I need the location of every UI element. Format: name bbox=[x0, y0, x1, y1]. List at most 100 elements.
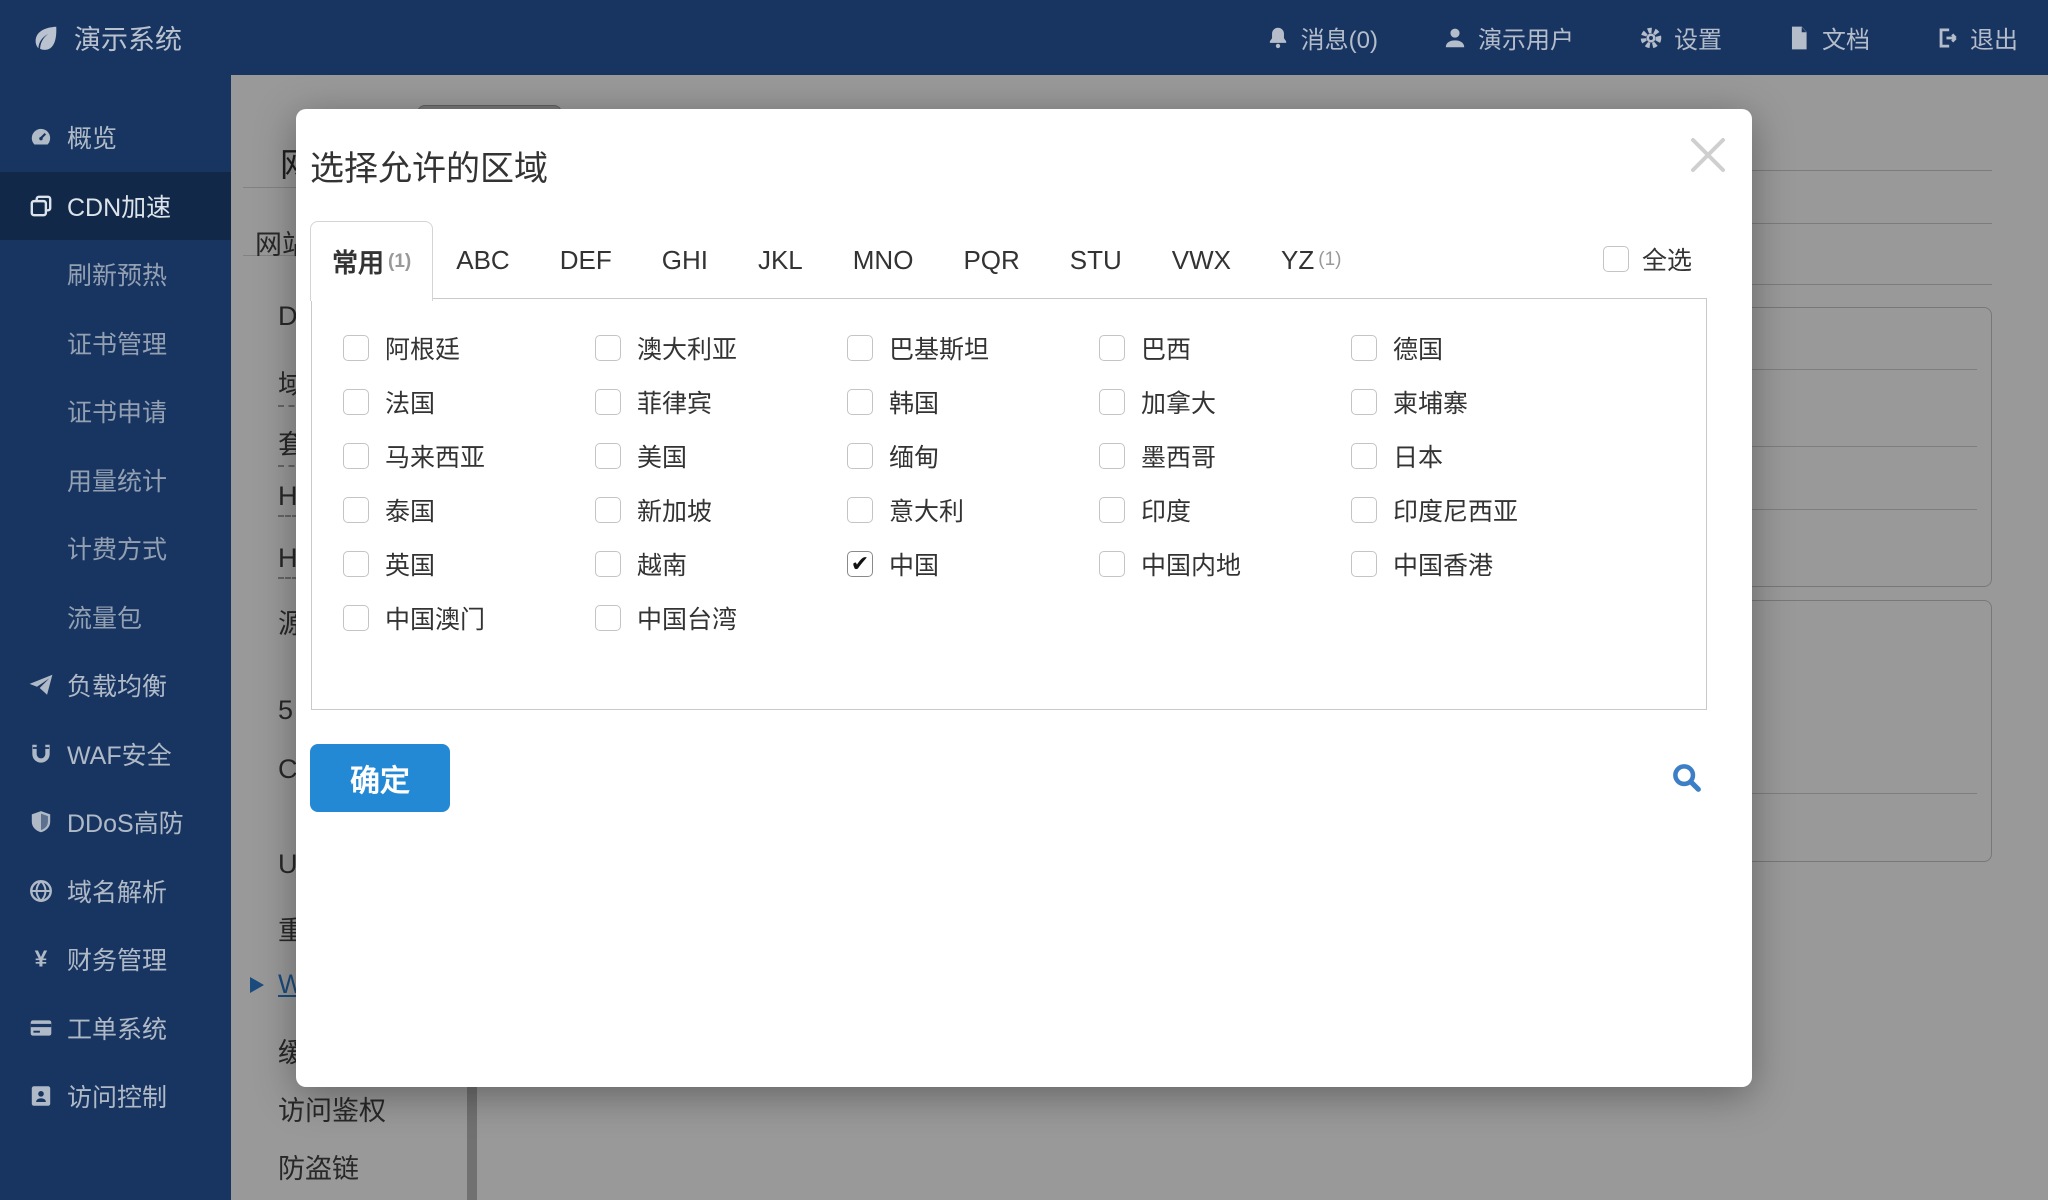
region-label: 泰国 bbox=[385, 498, 436, 526]
select-all-checkbox[interactable] bbox=[1602, 246, 1629, 272]
region-label: 中国 bbox=[889, 552, 940, 580]
region-checkbox[interactable] bbox=[1099, 389, 1125, 415]
region-checkbox[interactable] bbox=[1351, 497, 1377, 523]
region-checkbox-item[interactable]: 中国香港 bbox=[1351, 537, 1603, 591]
select-all[interactable]: 全选 bbox=[1602, 239, 1692, 279]
region-checkbox[interactable] bbox=[1351, 335, 1377, 361]
region-checkbox-item[interactable]: 柬埔寨 bbox=[1351, 375, 1603, 429]
region-checkbox-item[interactable]: 日本 bbox=[1351, 429, 1603, 483]
region-checkbox[interactable] bbox=[595, 443, 621, 469]
sidebar-item[interactable]: 用量统计 bbox=[0, 446, 231, 515]
region-checkbox[interactable] bbox=[847, 497, 873, 523]
region-tab[interactable]: VWX bbox=[1149, 221, 1258, 299]
tab-label: DEF bbox=[559, 244, 612, 275]
region-checkbox[interactable] bbox=[847, 443, 873, 469]
region-checkbox-item[interactable]: 中国内地 bbox=[1099, 537, 1351, 591]
navbar-item[interactable]: 演示用户 bbox=[1442, 20, 1574, 55]
region-tab[interactable]: JKL bbox=[735, 221, 830, 299]
region-checkbox[interactable] bbox=[595, 497, 621, 523]
region-checkbox-item[interactable]: 德国 bbox=[1351, 321, 1603, 375]
region-checkbox-item[interactable]: 巴基斯坦 bbox=[847, 321, 1099, 375]
region-tab[interactable]: ABC bbox=[433, 221, 536, 299]
region-checkbox-item[interactable]: 中国澳门 bbox=[343, 591, 595, 645]
region-label: 澳大利亚 bbox=[637, 336, 738, 364]
navbar-item[interactable]: 消息(0) bbox=[1265, 20, 1378, 55]
region-tab[interactable]: PQR bbox=[940, 221, 1046, 299]
region-checkbox-item[interactable]: 中国 bbox=[847, 537, 1099, 591]
region-checkbox-item[interactable]: 越南 bbox=[595, 537, 847, 591]
region-checkbox-item[interactable]: 新加坡 bbox=[595, 483, 847, 537]
region-checkbox[interactable] bbox=[343, 335, 369, 361]
sidebar-item[interactable]: 访问控制 bbox=[0, 1062, 231, 1131]
region-tab[interactable]: MNO bbox=[830, 221, 941, 299]
sidebar-item-label: 证书申请 bbox=[67, 399, 168, 428]
region-tab[interactable]: STU bbox=[1047, 221, 1149, 299]
sidebar-item[interactable]: 概览 bbox=[0, 103, 231, 172]
region-checkbox-item[interactable]: 韩国 bbox=[847, 375, 1099, 429]
region-checkbox-item[interactable]: 泰国 bbox=[343, 483, 595, 537]
region-checkbox-item[interactable]: 英国 bbox=[343, 537, 595, 591]
sidebar-item[interactable]: DDoS高防 bbox=[0, 788, 231, 857]
sidebar-item[interactable]: 证书管理 bbox=[0, 309, 231, 378]
region-checkbox-item[interactable]: 墨西哥 bbox=[1099, 429, 1351, 483]
region-checkbox[interactable] bbox=[595, 335, 621, 361]
region-tab[interactable]: 常用 (1) bbox=[310, 221, 434, 301]
sidebar-item[interactable]: 负载均衡 bbox=[0, 651, 231, 720]
sidebar-item[interactable]: 计费方式 bbox=[0, 514, 231, 583]
region-checkbox-item[interactable]: 澳大利亚 bbox=[595, 321, 847, 375]
confirm-button[interactable]: 确定 bbox=[310, 744, 450, 812]
sidebar-item[interactable]: ¥ 财务管理 bbox=[0, 925, 231, 994]
region-checkbox-item[interactable]: 中国台湾 bbox=[595, 591, 847, 645]
region-checkbox[interactable] bbox=[1099, 551, 1125, 577]
sidebar-item[interactable]: 流量包 bbox=[0, 583, 231, 652]
region-checkbox[interactable] bbox=[1099, 443, 1125, 469]
sidebar-item-label: 计费方式 bbox=[67, 536, 168, 565]
region-checkbox[interactable] bbox=[595, 551, 621, 577]
region-tab[interactable]: DEF bbox=[537, 221, 639, 299]
region-checkbox[interactable] bbox=[343, 605, 369, 631]
sidebar-item[interactable]: 工单系统 bbox=[0, 994, 231, 1063]
search-icon[interactable] bbox=[1670, 761, 1704, 795]
close-icon[interactable] bbox=[1684, 131, 1732, 179]
region-checkbox-item[interactable]: 巴西 bbox=[1099, 321, 1351, 375]
region-checkbox-item[interactable]: 印度尼西亚 bbox=[1351, 483, 1603, 537]
region-checkbox-item[interactable]: 菲律宾 bbox=[595, 375, 847, 429]
sidebar-item[interactable]: CDN加速 bbox=[0, 171, 231, 240]
navbar-item-icon bbox=[1934, 25, 1960, 51]
region-checkbox[interactable] bbox=[343, 443, 369, 469]
region-checkbox[interactable] bbox=[1351, 551, 1377, 577]
region-checkbox[interactable] bbox=[1099, 335, 1125, 361]
region-checkbox[interactable] bbox=[343, 497, 369, 523]
region-checkbox[interactable] bbox=[847, 389, 873, 415]
region-checkbox[interactable] bbox=[343, 389, 369, 415]
region-checkbox-item[interactable]: 美国 bbox=[595, 429, 847, 483]
sidebar-item[interactable]: 证书申请 bbox=[0, 377, 231, 446]
navbar-item[interactable]: 退出 bbox=[1934, 20, 2018, 55]
navbar-item[interactable]: 设置 bbox=[1638, 20, 1722, 55]
sidebar-item[interactable]: 域名解析 bbox=[0, 857, 231, 926]
sidebar-item[interactable]: WAF安全 bbox=[0, 720, 231, 789]
region-checkbox[interactable] bbox=[1351, 443, 1377, 469]
region-checkbox[interactable] bbox=[1099, 497, 1125, 523]
region-checkbox-item[interactable]: 阿根廷 bbox=[343, 321, 595, 375]
region-checkbox[interactable] bbox=[595, 389, 621, 415]
navbar-item[interactable]: 文档 bbox=[1786, 20, 1870, 55]
region-checkbox-item[interactable]: 马来西亚 bbox=[343, 429, 595, 483]
region-checkbox[interactable] bbox=[595, 605, 621, 631]
region-tab[interactable]: YZ (1) bbox=[1258, 221, 1364, 299]
region-checkbox[interactable] bbox=[847, 335, 873, 361]
navbar-item-label: 设置 bbox=[1674, 27, 1722, 54]
region-checkbox-item[interactable]: 缅甸 bbox=[847, 429, 1099, 483]
region-checkbox[interactable] bbox=[847, 551, 873, 577]
region-label: 日本 bbox=[1393, 444, 1444, 472]
region-checkbox-item[interactable]: 意大利 bbox=[847, 483, 1099, 537]
region-checkbox-item[interactable]: 印度 bbox=[1099, 483, 1351, 537]
region-checkbox[interactable] bbox=[343, 551, 369, 577]
select-all-label: 全选 bbox=[1641, 247, 1692, 275]
region-checkbox-item[interactable]: 法国 bbox=[343, 375, 595, 429]
region-checkbox[interactable] bbox=[1351, 389, 1377, 415]
region-tab[interactable]: GHI bbox=[639, 221, 735, 299]
brand[interactable]: 演示系统 bbox=[30, 18, 182, 57]
sidebar-item[interactable]: 刷新预热 bbox=[0, 240, 231, 309]
region-checkbox-item[interactable]: 加拿大 bbox=[1099, 375, 1351, 429]
